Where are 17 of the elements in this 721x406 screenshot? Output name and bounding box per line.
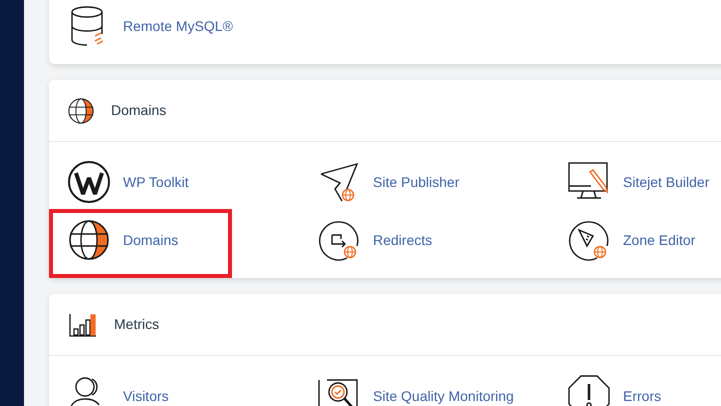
- tool-link[interactable]: Zone Editor: [623, 230, 696, 250]
- octagon-alert-icon: [567, 374, 611, 406]
- globe-icon: [67, 218, 111, 262]
- tool-link[interactable]: WP Toolkit: [123, 172, 189, 192]
- tool-link[interactable]: Visitors: [123, 386, 169, 406]
- tool-link[interactable]: Site Publisher: [373, 172, 460, 192]
- wordpress-icon: [67, 160, 111, 204]
- globe-icon: [67, 96, 95, 124]
- tool-link[interactable]: Domains: [123, 230, 178, 250]
- redirect-icon: [317, 218, 361, 262]
- tool-link[interactable]: Remote MySQL®: [123, 16, 233, 36]
- tool-link[interactable]: Site Quality Monitoring: [373, 386, 514, 406]
- section-title: Domains: [111, 101, 166, 120]
- tool-link[interactable]: Errors: [623, 386, 662, 406]
- section-title: Metrics: [114, 315, 160, 334]
- tool-link[interactable]: Redirects: [373, 230, 432, 250]
- tool-link[interactable]: Sitejet Builder: [623, 172, 710, 192]
